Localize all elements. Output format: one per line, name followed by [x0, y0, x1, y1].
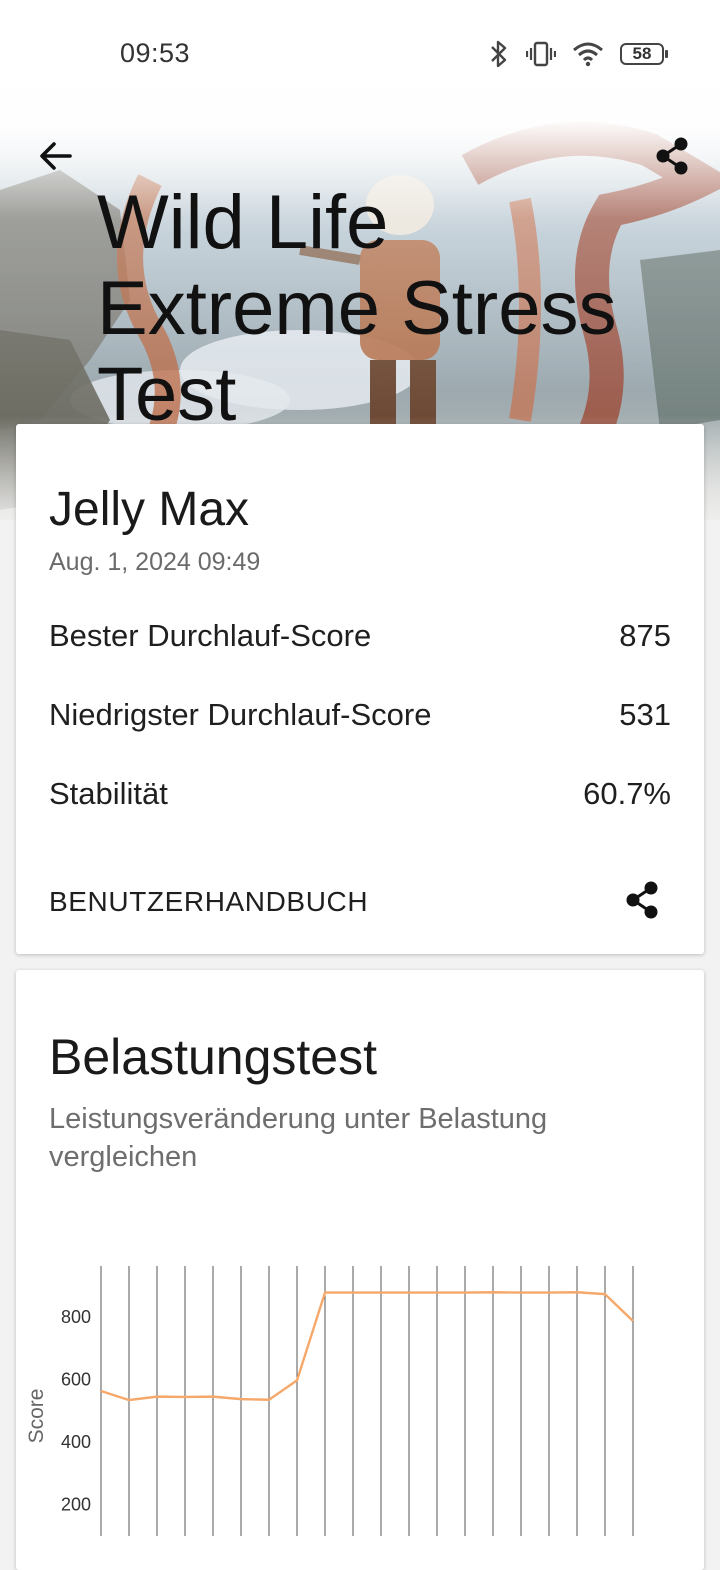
page-title: Wild Life Extreme Stress Test — [97, 180, 697, 438]
row-value: 531 — [619, 697, 671, 733]
y-tick-label: 200 — [61, 1495, 91, 1515]
wifi-icon — [572, 41, 604, 67]
y-tick-label: 600 — [61, 1370, 91, 1390]
stress-subtitle: Leistungsveränderung unter Belastung ver… — [49, 1100, 649, 1176]
battery-icon: 58 — [620, 43, 664, 65]
vibrate-icon — [526, 41, 556, 67]
back-arrow-icon[interactable] — [34, 134, 78, 178]
y-tick-label: 800 — [61, 1307, 91, 1327]
title-line-1: Wild Life — [97, 180, 388, 265]
battery-level: 58 — [633, 44, 652, 64]
status-time: 09:53 — [120, 38, 190, 69]
row-value: 60.7% — [583, 776, 671, 812]
y-axis-label: Score — [25, 1389, 48, 1444]
share-icon[interactable] — [620, 878, 664, 922]
row-label: Stabilität — [49, 776, 168, 812]
result-date: Aug. 1, 2024 09:49 — [49, 548, 260, 577]
result-card: Jelly Max Aug. 1, 2024 09:49 Bester Durc… — [16, 424, 704, 954]
user-manual-button[interactable]: BENUTZERHANDBUCH — [49, 886, 368, 918]
row-label: Bester Durchlauf-Score — [49, 618, 371, 654]
stress-title: Belastungstest — [49, 1028, 377, 1086]
row-label: Niedrigster Durchlauf-Score — [49, 697, 431, 733]
stress-chart: 200 400 600 800 Score — [16, 1266, 704, 1536]
stability-row: Stabilität 60.7% — [49, 776, 671, 812]
bluetooth-icon — [488, 39, 510, 69]
title-line-2: Extreme Stress — [97, 266, 616, 351]
row-value: 875 — [619, 618, 671, 654]
stress-test-card: Belastungstest Leistungsveränderung unte… — [16, 970, 704, 1570]
device-name: Jelly Max — [49, 482, 249, 537]
status-icons: 58 — [488, 36, 664, 72]
score-line — [101, 1292, 633, 1400]
y-tick-label: 400 — [61, 1432, 91, 1452]
lowest-score-row: Niedrigster Durchlauf-Score 531 — [49, 697, 671, 733]
share-icon[interactable] — [650, 134, 694, 178]
status-bar: 09:53 58 — [0, 0, 720, 110]
best-score-row: Bester Durchlauf-Score 875 — [49, 618, 671, 654]
